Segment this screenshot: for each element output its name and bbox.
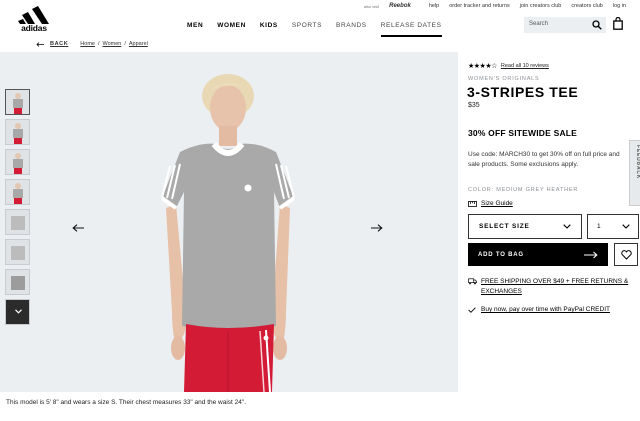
promo-text: Use code: MARCH30 to get 30% off on full… [468,151,620,168]
adidas-logo-icon [18,6,49,24]
rating: ★★★★☆ Read all 10 reviews [468,62,549,70]
heart-icon [620,249,632,260]
thumbnail[interactable] [5,269,30,295]
search-placeholder: Search [529,21,549,27]
color-label: COLOR: MEDIUM GREY HEATHER [468,187,579,193]
utility-links: also visit Reebok help order tracker and… [364,3,626,9]
nav-women[interactable]: WOMEN [217,22,246,37]
nav-sports[interactable]: SPORTS [292,22,322,37]
read-reviews-link[interactable]: Read all 10 reviews [501,63,549,69]
promo-title: 30% OFF SITEWIDE SALE [468,128,578,138]
help-link[interactable]: help [429,3,439,9]
join-creators-club-link[interactable]: join creators club [520,3,562,9]
size-select-label: SELECT SIZE [479,223,530,230]
breadcrumb-separator: / [124,41,126,47]
thumbnail-list [5,89,31,329]
search-icon[interactable] [592,20,602,30]
main-nav: MEN WOMEN KIDS SPORTS BRANDS RELEASE DAT… [187,22,442,37]
quantity-value: 1 [597,223,601,230]
feedback-tab[interactable]: FEEDBACK [629,140,640,206]
nav-brands[interactable]: BRANDS [336,22,367,37]
add-to-bag-label: ADD TO BAG [478,251,524,258]
back-link[interactable]: BACK [50,41,68,47]
chevron-down-icon [622,224,630,229]
product-category: WOMEN'S ORIGINALS [468,76,540,82]
thumbnail[interactable] [5,89,30,115]
logo-wordmark: adidas [21,23,47,33]
next-image-arrow-icon[interactable] [371,224,383,232]
thumbnail[interactable] [5,179,30,205]
ruler-icon [468,200,477,207]
product-image [160,74,296,392]
shipping-text: FREE SHIPPING OVER $49 + FREE RETURNS & … [481,278,629,295]
search-input[interactable]: Search [524,17,606,33]
arrow-right-icon [584,251,598,258]
adidas-logo[interactable]: adidas [16,6,52,33]
thumbnail-more[interactable] [5,299,30,325]
model-size-caption: This model is 5' 8" and wears a size S. … [6,399,246,406]
shopping-bag-icon[interactable] [613,17,623,30]
quantity-select[interactable]: 1 [587,214,639,239]
nav-release-dates[interactable]: RELEASE DATES [380,22,442,37]
wishlist-button[interactable] [614,243,638,266]
back-arrow-icon[interactable] [36,41,44,47]
breadcrumb-separator: / [97,41,100,47]
product-title: 3-STRIPES TEE [467,84,579,100]
thumbnail[interactable] [5,119,30,145]
chevron-down-icon [15,309,22,314]
truck-icon [468,278,477,285]
reebok-link[interactable]: Reebok [389,3,411,9]
breadcrumb-apparel[interactable]: Apparel [129,41,148,47]
previous-image-arrow-icon[interactable] [72,224,84,232]
chevron-down-icon [563,224,571,229]
product-price: $35 [468,102,480,109]
creators-club-link[interactable]: creators club [571,3,603,9]
size-guide-label: Size Guide [481,200,513,207]
paypal-text: Buy now, pay over time with PayPal CREDI… [481,306,610,313]
check-icon [468,306,476,313]
feedback-label: FEEDBACK [635,145,640,180]
size-select[interactable]: SELECT SIZE [468,214,582,239]
breadcrumb-home[interactable]: Home [80,41,95,47]
product-gallery [0,52,458,392]
star-rating-icon: ★★★★☆ [468,63,497,70]
order-tracker-link[interactable]: order tracker and returns [449,3,510,9]
size-guide-link[interactable]: Size Guide [468,200,513,207]
also-visit-label: also visit [363,3,380,9]
add-to-bag-button[interactable]: ADD TO BAG [468,243,608,266]
paypal-link[interactable]: Buy now, pay over time with PayPal CREDI… [468,306,610,313]
login-link[interactable]: log in [613,3,626,9]
nav-men[interactable]: MEN [187,22,203,37]
nav-kids[interactable]: KIDS [260,22,278,37]
thumbnail[interactable] [5,209,30,235]
breadcrumb-women[interactable]: Women [103,41,122,47]
thumbnail[interactable] [5,149,30,175]
shipping-link[interactable]: FREE SHIPPING OVER $49 + FREE RETURNS & … [468,277,632,297]
thumbnail[interactable] [5,239,30,265]
breadcrumb: BACK Home / Women / Apparel [36,41,148,47]
